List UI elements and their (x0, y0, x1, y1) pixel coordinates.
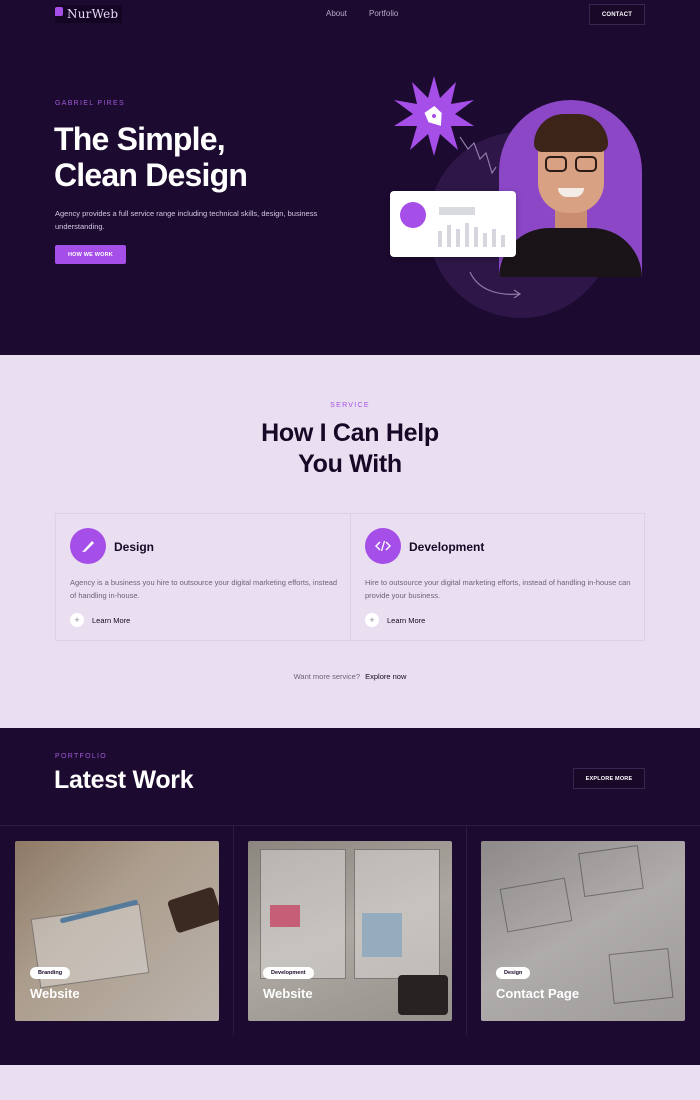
service-name: Design (114, 540, 155, 554)
service-title: How I Can Help You With (0, 418, 700, 480)
learn-more-link[interactable]: + Learn More (70, 613, 130, 627)
explore-more-button[interactable]: EXPLORE MORE (573, 768, 645, 789)
service-card-development: Development Hire to outsource your digit… (351, 514, 645, 640)
hero-description: Agency provides a full service range inc… (55, 209, 318, 231)
hero-section: NurWeb About Portfolio CONTACT GABRIEL P… (0, 0, 700, 355)
learn-more-label: Learn More (92, 615, 131, 625)
portfolio-title: Latest Work (54, 766, 194, 794)
portfolio-section: PORTFOLIO Latest Work EXPLORE MORE Brand… (0, 728, 700, 1065)
service-footer-text: Want more service? (293, 672, 361, 681)
project-name: Website (30, 986, 80, 1001)
next-section-strip (0, 1065, 700, 1100)
service-footer: Want more service? Explore now (0, 672, 700, 681)
hero-title: The Simple, Clean Design (54, 121, 354, 193)
portfolio-card[interactable]: Branding Website (15, 841, 219, 1021)
service-section: SERVICE How I Can Help You With Design A… (0, 355, 700, 728)
logo[interactable]: NurWeb (55, 5, 123, 23)
service-description: Agency is a business you hire to outsour… (70, 578, 338, 600)
nav-link-about[interactable]: About (326, 9, 347, 18)
grid-line (233, 825, 234, 1035)
nav-link-portfolio[interactable]: Portfolio (369, 9, 398, 18)
service-name: Development (409, 540, 485, 554)
portfolio-card[interactable]: Development Website (248, 841, 452, 1021)
pen-icon (70, 528, 106, 564)
grid-line (0, 825, 700, 826)
project-name: Website (263, 986, 313, 1001)
how-we-work-button[interactable]: HOW WE WORK (55, 245, 126, 264)
portfolio-card[interactable]: Design Contact Page (481, 841, 685, 1021)
learn-more-label: Learn More (387, 615, 426, 625)
hero-title-line2: Clean Design (54, 157, 248, 193)
portfolio-eyebrow: PORTFOLIO (55, 753, 108, 760)
logo-text: NurWeb (67, 7, 119, 21)
card-avatar (400, 202, 426, 228)
hero-title-line1: The Simple, (54, 121, 226, 157)
category-badge: Development (263, 967, 314, 979)
service-cards: Design Agency is a business you hire to … (55, 513, 645, 641)
logo-icon (55, 6, 63, 16)
project-name: Contact Page (496, 986, 580, 1001)
plus-icon: + (70, 613, 84, 627)
pen-tool-badge-icon (394, 76, 474, 156)
contact-button[interactable]: CONTACT (589, 4, 645, 25)
grid-line (466, 825, 467, 1035)
service-eyebrow: SERVICE (330, 402, 370, 409)
plus-icon: + (365, 613, 379, 627)
service-title-line1: How I Can Help (261, 419, 439, 447)
curved-arrow-decoration (469, 271, 522, 298)
explore-now-link[interactable]: Explore now (365, 672, 406, 681)
analytics-card (390, 191, 516, 257)
code-icon (365, 528, 401, 564)
learn-more-link[interactable]: + Learn More (365, 613, 425, 627)
category-badge: Branding (30, 967, 71, 979)
service-title-line2: You With (298, 450, 402, 478)
hero-eyebrow: GABRIEL PIRES (55, 100, 125, 107)
service-description: Hire to outsource your digital marketing… (365, 578, 631, 600)
card-line (439, 207, 475, 215)
portrait-photo (499, 100, 642, 277)
hero-illustration (380, 70, 660, 330)
top-nav: NurWeb About Portfolio CONTACT (0, 0, 700, 30)
service-card-design: Design Agency is a business you hire to … (56, 514, 350, 640)
category-badge: Design (496, 967, 531, 979)
